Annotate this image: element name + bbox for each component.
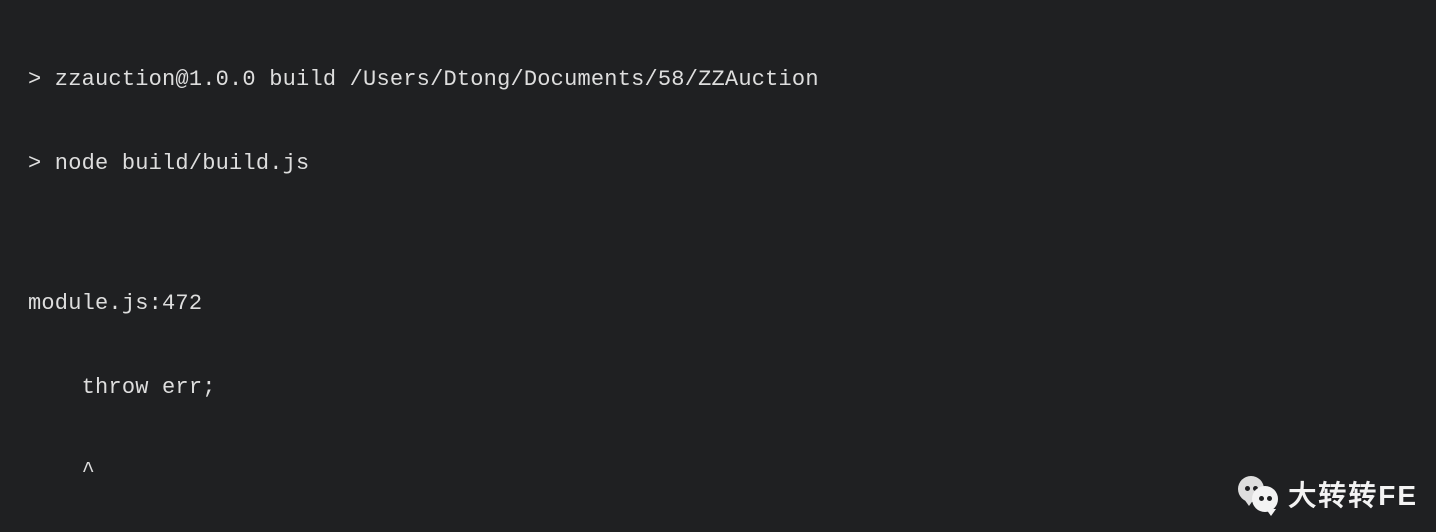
terminal-output[interactable]: > zzauction@1.0.0 build /Users/Dtong/Doc… [0, 0, 1436, 532]
terminal-line: ^ [28, 458, 1408, 486]
terminal-line: throw err; [28, 374, 1408, 402]
terminal-line: module.js:472 [28, 290, 1408, 318]
terminal-line: > zzauction@1.0.0 build /Users/Dtong/Doc… [28, 66, 1408, 94]
terminal-line: > node build/build.js [28, 150, 1408, 178]
